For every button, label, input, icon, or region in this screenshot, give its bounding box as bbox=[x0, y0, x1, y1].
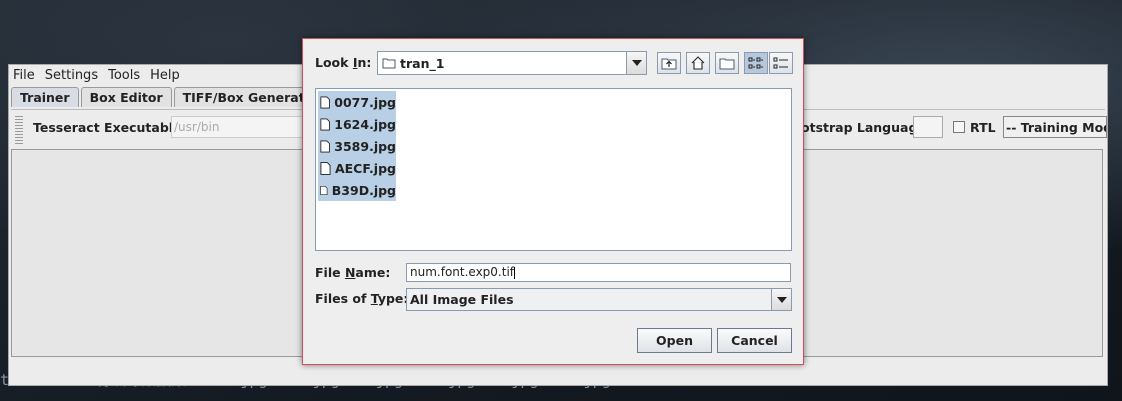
file-list[interactable]: 0077.jpg 1624.jpg 3589.jpg AECF.jpg B39D… bbox=[315, 88, 792, 251]
cancel-button[interactable]: Cancel bbox=[717, 328, 792, 353]
new-folder-button[interactable] bbox=[715, 52, 739, 74]
menu-tools[interactable]: Tools bbox=[108, 68, 140, 83]
tesseract-path-input[interactable]: /usr/bin bbox=[171, 116, 311, 138]
chevron-down-icon bbox=[631, 60, 642, 66]
file-item[interactable]: 3589.jpg bbox=[318, 135, 396, 157]
file-item[interactable]: 1624.jpg bbox=[318, 113, 396, 135]
rtl-label: RTL bbox=[970, 120, 996, 135]
file-item[interactable]: AECF.jpg bbox=[318, 157, 396, 179]
bootstrap-language-input[interactable] bbox=[913, 116, 943, 138]
list-view-button[interactable] bbox=[744, 52, 768, 74]
details-view-button[interactable] bbox=[769, 52, 793, 74]
file-icon bbox=[320, 118, 330, 130]
file-name-input[interactable]: num.font.exp0.tif bbox=[406, 263, 791, 282]
chevron-down-icon bbox=[776, 296, 787, 303]
file-chooser-dialog: Look In: tran_1 0077.jpg 1624.jpg 3589.j… bbox=[302, 38, 804, 365]
toolbar-grip[interactable] bbox=[15, 114, 23, 144]
file-name: 3589.jpg bbox=[334, 138, 396, 154]
up-one-level-button[interactable] bbox=[657, 52, 681, 74]
files-of-type-label: Files of Type: bbox=[315, 291, 409, 306]
file-icon bbox=[320, 185, 328, 195]
folder-up-icon bbox=[661, 58, 677, 70]
tab-box-editor[interactable]: Box Editor bbox=[80, 87, 172, 107]
file-name-label: File Name: bbox=[315, 265, 391, 280]
details-view-icon bbox=[773, 57, 788, 69]
tab-trainer[interactable]: Trainer bbox=[11, 87, 79, 107]
files-of-type-value: All Image Files bbox=[410, 292, 514, 307]
menu-settings[interactable]: Settings bbox=[45, 68, 98, 83]
look-in-combo[interactable]: tran_1 bbox=[377, 51, 647, 75]
files-of-type-dropdown-button[interactable] bbox=[771, 289, 791, 310]
bootstrap-language-label: otstrap Language bbox=[801, 120, 926, 135]
file-item[interactable]: 0077.jpg bbox=[318, 91, 396, 113]
look-in-label: Look In: bbox=[315, 55, 372, 70]
rtl-checkbox[interactable] bbox=[953, 121, 965, 133]
tab-strip: Trainer Box Editor TIFF/Box Generator bbox=[11, 87, 330, 107]
file-icon bbox=[320, 140, 330, 152]
tesseract-executables-label: Tesseract Executables bbox=[33, 120, 189, 135]
folder-icon bbox=[382, 58, 396, 69]
file-name: 0077.jpg bbox=[334, 94, 396, 110]
look-in-dropdown-button[interactable] bbox=[626, 52, 646, 74]
file-name: AECF.jpg bbox=[334, 160, 396, 176]
file-icon bbox=[320, 96, 330, 108]
new-folder-icon bbox=[719, 58, 735, 70]
menu-file[interactable]: File bbox=[13, 68, 35, 83]
training-mode-select[interactable]: -- Training Mode bbox=[1003, 116, 1107, 138]
files-of-type-combo[interactable]: All Image Files bbox=[406, 288, 792, 311]
file-icon bbox=[320, 161, 331, 175]
file-name: B39D.jpg bbox=[331, 182, 396, 198]
list-view-icon bbox=[748, 57, 763, 69]
look-in-value: tran_1 bbox=[400, 56, 445, 71]
open-button[interactable]: Open bbox=[637, 328, 712, 353]
file-item[interactable]: B39D.jpg bbox=[318, 179, 396, 201]
home-icon bbox=[691, 56, 705, 70]
home-button[interactable] bbox=[686, 52, 710, 74]
menu-help[interactable]: Help bbox=[150, 68, 180, 83]
file-name: 1624.jpg bbox=[334, 116, 396, 132]
